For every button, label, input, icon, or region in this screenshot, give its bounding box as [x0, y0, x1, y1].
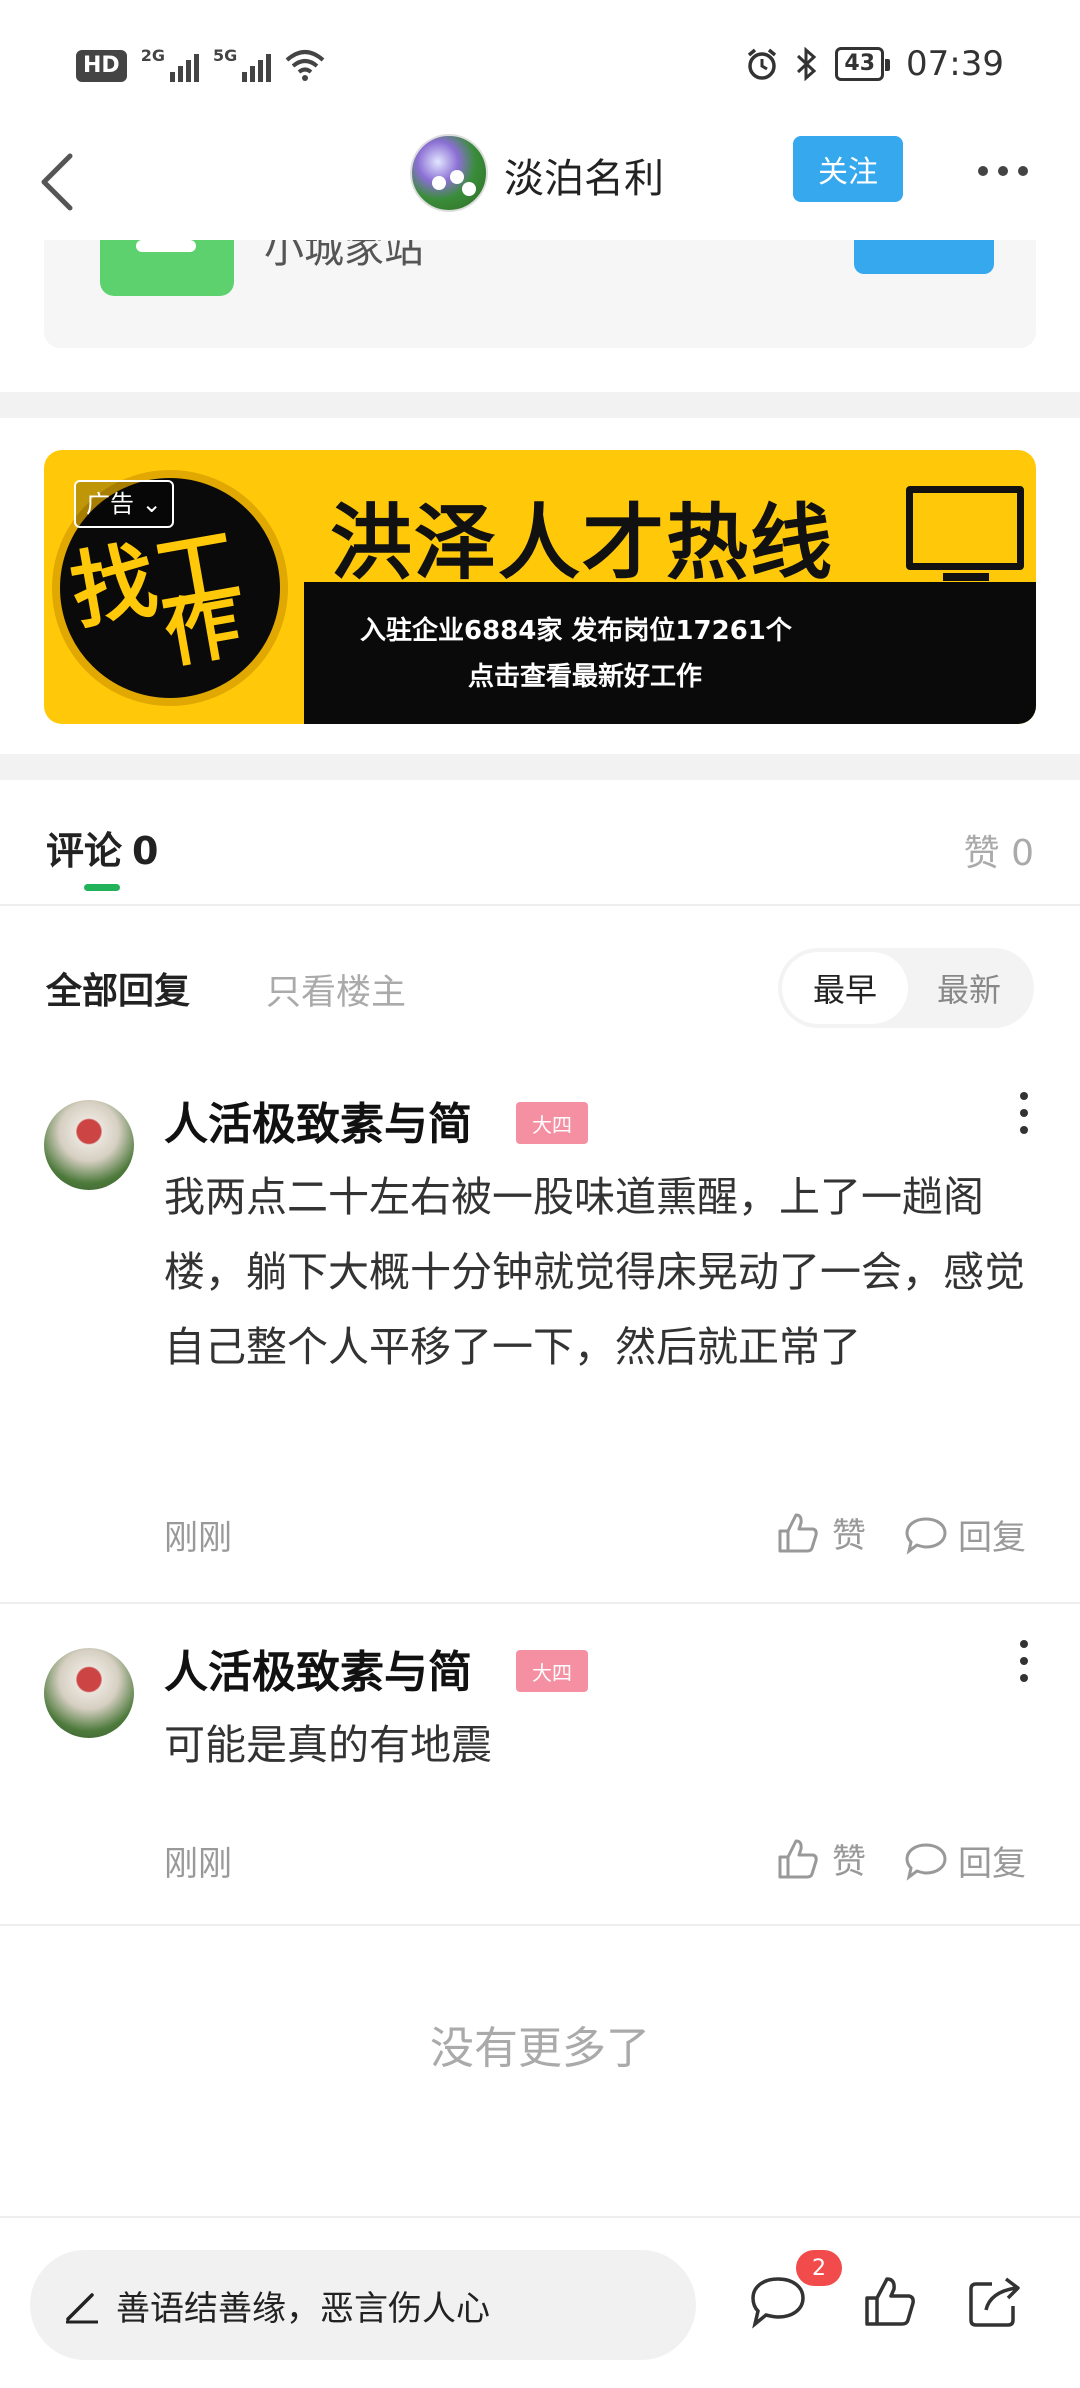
tab-comments[interactable]: 评论 0: [46, 820, 158, 875]
comment-author[interactable]: 人活极致素与简: [164, 1636, 472, 1700]
card-button[interactable]: [854, 240, 994, 274]
section-divider: [0, 392, 1080, 418]
app-icon: [100, 240, 234, 296]
ad-badge[interactable]: 广告 ⌄: [74, 480, 174, 528]
top-nav-bar: 淡泊名利 关注: [0, 130, 1080, 240]
comment-text: 可能是真的有地震: [164, 1721, 492, 1769]
thumbs-up-icon[interactable]: [862, 2274, 918, 2330]
comment-text: 我两点二十左右被一股味道熏醒，上了一趟阁楼，躺下大概十分钟就觉得床晃动了一会，感…: [164, 1173, 1025, 1371]
section-divider: [0, 754, 1080, 780]
thumbs-up-icon: [778, 1513, 818, 1552]
filter-row: 全部回复 只看楼主 最早 最新: [0, 948, 1080, 1028]
status-bar: HD 2G 5G 43 07:39: [0, 0, 1080, 130]
sort-newest-button[interactable]: 最新: [908, 952, 1030, 1024]
likes-count: 0: [1011, 833, 1034, 874]
sim2-label: 5G: [212, 46, 238, 65]
speech-bubble-icon: [905, 1842, 947, 1881]
author-avatar[interactable]: [410, 134, 488, 212]
reply-label: 回复: [958, 1844, 1026, 1884]
comments-count: 0: [132, 829, 159, 873]
hd-indicator: HD: [76, 50, 127, 82]
level-badge: 大四: [516, 1650, 588, 1692]
like-label: 赞: [832, 1842, 866, 1882]
active-tab-indicator: [84, 884, 120, 891]
filter-op-only[interactable]: 只看楼主: [266, 964, 406, 1015]
author-name[interactable]: 淡泊名利: [504, 146, 664, 204]
back-arrow-icon[interactable]: [30, 142, 90, 222]
share-icon[interactable]: [966, 2274, 1024, 2330]
ad-black-panel: [304, 582, 1036, 724]
more-options-icon[interactable]: [978, 166, 1028, 176]
bottom-bar: 善语结善缘，恶言伤人心 2: [0, 2216, 1080, 2388]
comments-tabs: 评论 0 赞 0: [0, 780, 1080, 906]
ad-banner[interactable]: 找工 作 广告 ⌄ 洪泽人才热线 入驻企业6884家 发布岗位17261个 点击…: [44, 450, 1036, 724]
bluetooth-icon: [797, 47, 817, 81]
clock: 07:39: [906, 44, 1004, 84]
tab-likes-label: 赞: [963, 833, 1000, 874]
comment-count-badge: 2: [796, 2250, 842, 2286]
comment-more-icon[interactable]: [1020, 1640, 1030, 1691]
signal-icon-sim2: 5G: [212, 46, 272, 82]
follow-button[interactable]: 关注: [793, 136, 903, 202]
comment-more-icon[interactable]: [1020, 1092, 1030, 1143]
level-badge: 大四: [516, 1102, 588, 1144]
tab-likes[interactable]: 赞 0: [964, 824, 1034, 876]
avatar[interactable]: [44, 1648, 134, 1738]
reply-button[interactable]: 回复: [904, 1510, 1026, 1559]
tab-comments-label: 评论: [46, 829, 123, 873]
card-text: 小城家站: [264, 240, 424, 272]
pencil-icon: [66, 2293, 98, 2324]
scrolled-card: 小城家站: [44, 240, 1036, 348]
ad-headline: 洪泽人才热线: [330, 496, 835, 591]
ad-stats-line: 入驻企业6884家 发布岗位17261个: [360, 616, 792, 646]
sim1-label: 2G: [140, 46, 165, 65]
comment-input-placeholder: 善语结善缘，恶言伤人心: [116, 2288, 490, 2329]
like-label: 赞: [832, 1516, 866, 1556]
comment-author[interactable]: 人活极致素与简: [164, 1088, 472, 1152]
reply-label: 回复: [958, 1518, 1026, 1558]
monitor-icon: [906, 486, 1024, 581]
comment-divider: [0, 1602, 1080, 1604]
comments-icon[interactable]: [748, 2274, 808, 2330]
sort-toggle: 最早 最新: [778, 948, 1034, 1028]
sort-earliest-button[interactable]: 最早: [782, 952, 908, 1024]
comment-time: 刚刚: [164, 1844, 232, 1884]
speech-bubble-icon: [905, 1516, 947, 1555]
wifi-icon: [285, 50, 325, 81]
signal-icon-sim1: 2G: [141, 46, 199, 82]
end-of-list-text: 没有更多了: [430, 2023, 650, 2074]
comment-divider: [0, 1924, 1080, 1926]
comment-time: 刚刚: [164, 1518, 232, 1558]
ad-cta-line: 点击查看最新好工作: [468, 662, 703, 692]
battery-indicator: 43: [835, 47, 890, 81]
reply-button[interactable]: 回复: [904, 1836, 1026, 1885]
filter-all-replies[interactable]: 全部回复: [46, 962, 190, 1014]
thumbs-up-icon: [778, 1839, 818, 1878]
comment-input[interactable]: 善语结善缘，恶言伤人心: [30, 2250, 696, 2360]
avatar[interactable]: [44, 1100, 134, 1190]
like-button[interactable]: 赞: [776, 1508, 866, 1557]
alarm-icon: [748, 48, 777, 80]
like-button[interactable]: 赞: [776, 1834, 866, 1883]
